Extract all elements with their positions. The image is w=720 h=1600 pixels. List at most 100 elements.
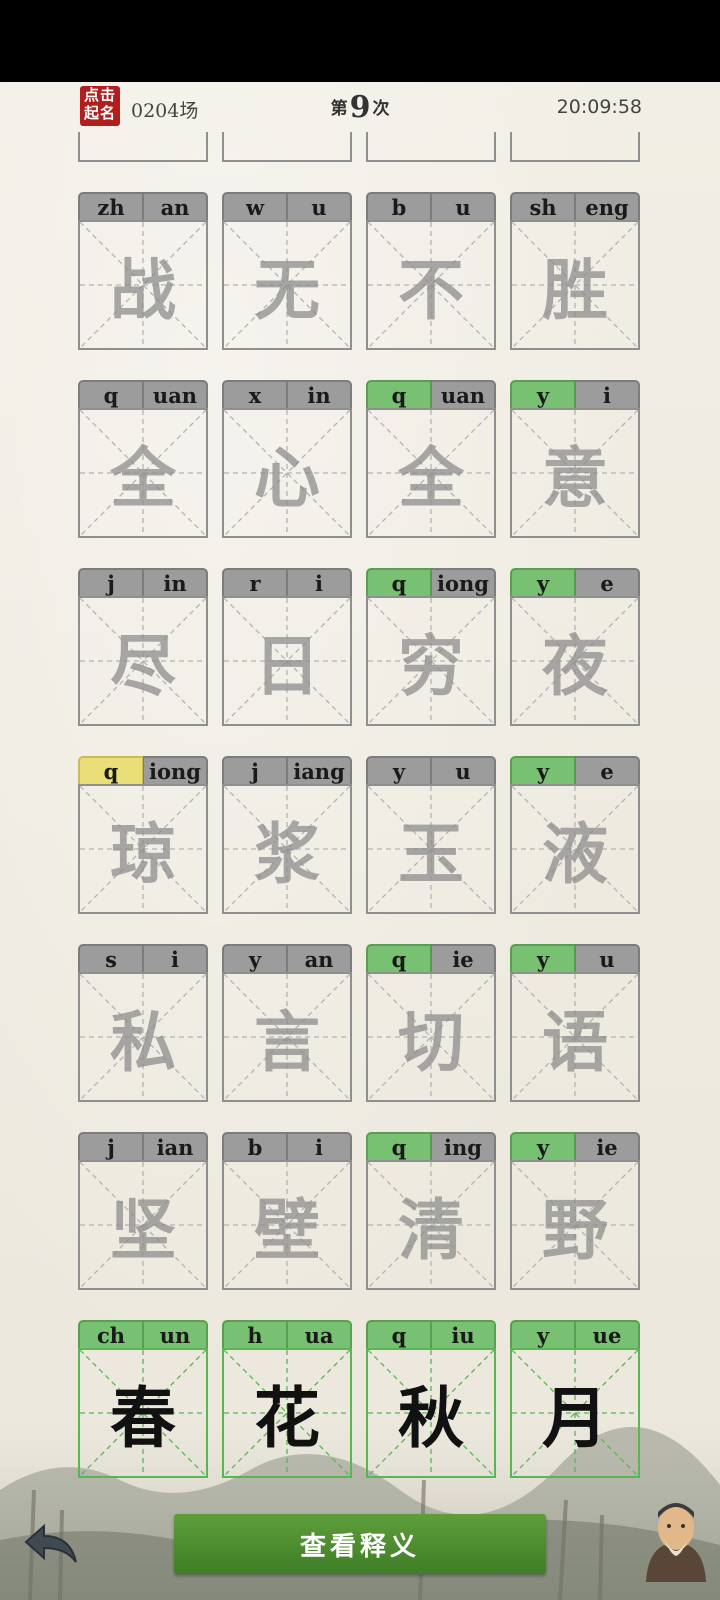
- back-arrow-icon[interactable]: [22, 1522, 82, 1568]
- character-cell: q ie 切: [366, 944, 496, 1106]
- character-cell: q iong 穷: [366, 568, 496, 730]
- pinyin-final: an: [143, 192, 208, 222]
- hanzi-character: 浆: [254, 815, 320, 893]
- character-cell: sh eng 胜: [510, 192, 640, 354]
- pinyin-final: u: [287, 192, 352, 222]
- hanzi-character: 意: [542, 439, 608, 517]
- character-cell: y ue 月: [510, 1320, 640, 1482]
- pinyin-bar: q uan: [366, 380, 496, 410]
- character-cell: zh an 战: [78, 192, 208, 354]
- pinyin-final: i: [287, 1132, 352, 1162]
- pinyin-bar: yu: [510, 944, 640, 974]
- pinyin-initial: y: [510, 380, 575, 410]
- character-cell: bi 壁: [222, 1132, 352, 1294]
- hanzi-character: 语: [542, 1003, 608, 1081]
- hanzi-character: 春: [110, 1379, 176, 1457]
- pinyin-initial: y: [510, 1132, 575, 1162]
- hanzi-character: 月: [542, 1379, 608, 1457]
- pinyin-bar: q iong: [366, 568, 496, 598]
- pinyin-final: iang: [287, 756, 352, 786]
- pinyin-bar: j iang: [222, 756, 352, 786]
- confucius-avatar-icon[interactable]: [640, 1494, 712, 1582]
- pinyin-initial: q: [366, 1132, 431, 1162]
- hanzi-character: 日: [254, 627, 320, 705]
- pinyin-bar: h ua: [222, 1320, 352, 1350]
- grid-stub: [366, 132, 496, 162]
- character-cell: h ua 花: [222, 1320, 352, 1482]
- view-meaning-button[interactable]: 查看释义: [174, 1514, 546, 1574]
- pinyin-bar: yu: [366, 756, 496, 786]
- pinyin-final: ing: [431, 1132, 496, 1162]
- guess-row: si 私 y an 言 q ie 切yu 语: [78, 944, 642, 1106]
- character-cell: j ian 坚: [78, 1132, 208, 1294]
- pinyin-bar: q ie: [366, 944, 496, 974]
- character-cell: j in 尽: [78, 568, 208, 730]
- pinyin-final: u: [431, 756, 496, 786]
- pinyin-initial: x: [222, 380, 287, 410]
- scrolled-row-stub: [78, 132, 642, 162]
- pinyin-final: ian: [143, 1132, 208, 1162]
- pinyin-final: e: [575, 756, 640, 786]
- grid-stub: [78, 132, 208, 162]
- pinyin-bar: wu: [222, 192, 352, 222]
- pinyin-final: ie: [575, 1132, 640, 1162]
- pinyin-bar: ch un: [78, 1320, 208, 1350]
- pinyin-bar: y an: [222, 944, 352, 974]
- pinyin-initial: q: [366, 380, 431, 410]
- character-cell: yu 玉: [366, 756, 496, 918]
- hanzi-character: 壁: [254, 1191, 320, 1269]
- pinyin-bar: ye: [510, 756, 640, 786]
- pinyin-initial: y: [366, 756, 431, 786]
- hanzi-character: 花: [254, 1379, 320, 1457]
- character-cell: q uan 全: [366, 380, 496, 542]
- pinyin-final: i: [575, 380, 640, 410]
- pinyin-final: in: [143, 568, 208, 598]
- pinyin-initial: q: [78, 380, 143, 410]
- pinyin-initial: q: [366, 568, 431, 598]
- pinyin-bar: q uan: [78, 380, 208, 410]
- pinyin-final: iong: [431, 568, 496, 598]
- pinyin-initial: y: [222, 944, 287, 974]
- pinyin-bar: q iu: [366, 1320, 496, 1350]
- header: 点击 起名 0204场 第9 次 20:09:58: [0, 82, 720, 132]
- character-cell: ch un 春: [78, 1320, 208, 1482]
- pinyin-initial: j: [78, 568, 143, 598]
- hanzi-character: 无: [254, 251, 320, 329]
- pinyin-initial: q: [78, 756, 143, 786]
- hanzi-character: 液: [542, 815, 608, 893]
- character-cell: ye 液: [510, 756, 640, 918]
- hanzi-character: 私: [110, 1003, 176, 1081]
- hanzi-character: 琼: [110, 815, 176, 893]
- pinyin-initial: j: [78, 1132, 143, 1162]
- pinyin-final: uan: [431, 380, 496, 410]
- character-cell: y an 言: [222, 944, 352, 1106]
- pinyin-bar: j ian: [78, 1132, 208, 1162]
- pinyin-final: in: [287, 380, 352, 410]
- grid-stub: [222, 132, 352, 162]
- pinyin-final: ie: [431, 944, 496, 974]
- character-cell: yu 语: [510, 944, 640, 1106]
- pinyin-final: un: [143, 1320, 208, 1350]
- clock: 20:09:58: [556, 96, 642, 118]
- character-cell: bu 不: [366, 192, 496, 354]
- character-cell: wu 无: [222, 192, 352, 354]
- pinyin-final: iu: [431, 1320, 496, 1350]
- pinyin-bar: sh eng: [510, 192, 640, 222]
- character-cell: q ing 清: [366, 1132, 496, 1294]
- pinyin-bar: y ue: [510, 1320, 640, 1350]
- pinyin-bar: x in: [222, 380, 352, 410]
- attempt-number: 9: [349, 90, 371, 125]
- hanzi-character: 玉: [398, 815, 464, 893]
- pinyin-initial: ch: [78, 1320, 143, 1350]
- pinyin-final: an: [287, 944, 352, 974]
- hanzi-character: 胜: [542, 251, 608, 329]
- pinyin-initial: y: [510, 944, 575, 974]
- hanzi-character: 尽: [110, 627, 176, 705]
- status-bar: [0, 0, 720, 82]
- character-cell: q uan 全: [78, 380, 208, 542]
- character-cell: q iu 秋: [366, 1320, 496, 1482]
- guess-row-solved: ch un 春 h ua 花 q iu 秋 y ue 月: [78, 1320, 642, 1482]
- hanzi-character: 战: [110, 251, 176, 329]
- pinyin-final: i: [287, 568, 352, 598]
- pinyin-initial: y: [510, 568, 575, 598]
